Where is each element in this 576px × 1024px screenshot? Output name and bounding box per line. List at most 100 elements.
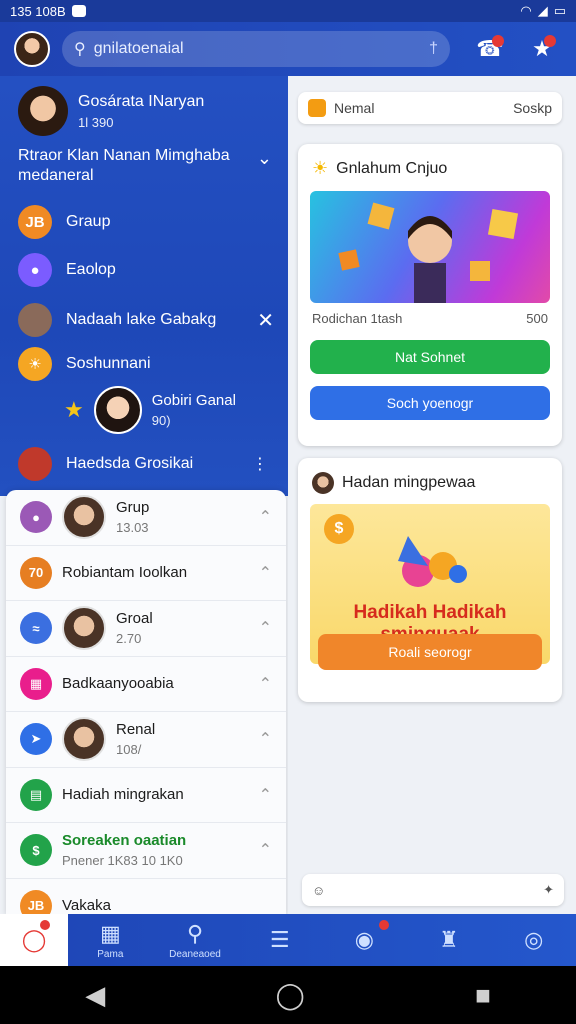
tab-chat[interactable]: ◯ [0,914,68,966]
wifi-icon: ◠ [520,3,532,18]
money-icon: $ [20,834,52,867]
chevron-up-icon[interactable]: ⌃ [259,729,272,749]
chat-bubble-icon[interactable]: ☎ [470,29,510,69]
profile-header[interactable]: Gosárata INaryan 1l 390 [18,86,204,136]
compass-icon: ➤ [20,723,52,756]
notification-dot [492,35,504,47]
list-item[interactable]: 70 Robiantam Ioolkan ⌃ [6,546,286,601]
chevron-up-icon[interactable]: ⌃ [259,674,272,694]
tab-people[interactable]: ♜ [407,914,492,966]
compose-bar[interactable]: ☺ ✦ [302,874,564,906]
chevron-down-icon[interactable]: ⌄ [257,148,272,168]
bottom-nav: ◯ ▦ Pama ⚲ Deaneaoed ☰ ◉ ♜ ◎ [0,914,576,966]
avatar [62,495,106,540]
app-notification-icon [71,5,86,17]
chevron-up-icon[interactable]: ⌃ [259,840,272,860]
people-icon: ♜ [439,927,459,952]
recents-icon[interactable]: ■ [475,980,491,1011]
group-icon: JB [18,205,52,239]
more-icon[interactable]: ⋮ [252,454,268,474]
sidebar-item-haedsda[interactable]: Haedsda Grosikai ⋮ [18,444,280,484]
sidebar-item-label: Eaolop [66,261,116,278]
home-icon[interactable]: ◯ [276,980,305,1011]
profile-avatar[interactable] [14,31,50,67]
app-bar: ⚲ gnilatoenaial † ☎ ★ [0,22,576,76]
back-icon[interactable]: ◀ [85,980,105,1011]
tab-right-label[interactable]: Soskp [513,100,552,116]
tab-support[interactable]: ◎ [491,914,576,966]
story-sub: 90) [151,413,171,428]
battery-icon: ▭ [553,3,566,18]
notification-dot [378,920,389,930]
promo-banner[interactable]: $ Hadikah Hadikah sminguaak Roali seorog… [310,504,550,670]
sun-icon: ☀ [312,158,329,178]
avatar [18,86,68,136]
emoji-icon[interactable]: ☺ [312,883,325,898]
list-item[interactable]: ● Grup 13.03 ⌃ [6,490,286,546]
sidebar-item-group[interactable]: JB Graup [18,202,280,242]
list-item[interactable]: JB Vakaka [6,879,286,915]
headline[interactable]: Rtraor Klan Nanan Mimghaba medaneral ⌄ [18,146,278,186]
list-item-title: Hadiah mingrakan [62,786,184,804]
tab-left-label[interactable]: Nemal [334,100,374,116]
tab-search[interactable]: ⚲ Deaneaoed [153,914,238,966]
list-item[interactable]: $ Soreaken oaatian Pnener 1K83 10 1K0 ⌃ [6,823,286,879]
list-item[interactable]: ➤ Renal 108/ ⌃ [6,712,286,768]
list-item[interactable]: ▦ Badkaanyooabia ⌃ [6,657,286,712]
gift-icon: ▤ [20,778,52,811]
friend-request-icon[interactable]: ★ [522,29,562,69]
chevron-up-icon[interactable]: ⌃ [259,618,272,638]
game-banner-image[interactable] [310,191,550,303]
sidebar-item-sun[interactable]: ☀ Soshunnani [18,344,280,384]
game-card: ☀ Gnlahum Cnjuo Rodichan 1tash 500 Nat S… [298,144,562,446]
close-icon[interactable]: ✕ [257,308,274,333]
tab-label: Deaneaoed [169,948,221,960]
promo-button[interactable]: Roali seorogr [318,634,542,670]
tab-list[interactable]: ☰ [237,914,322,966]
search-input[interactable]: ⚲ gnilatoenaial † [62,31,450,67]
star-icon: ★ [64,397,84,422]
signal-icon: ◢ [537,3,548,18]
avatar-icon [18,303,52,337]
group-icon: JB [20,889,52,915]
primary-button[interactable]: Nat Sohnet [310,340,550,374]
chat-list: ● Grup 13.03 ⌃ 70 Robiantam Ioolkan ⌃ ≈ G… [6,490,286,915]
right-panel: Nemal Soskp ☀ Gnlahum Cnjuo Rodichan 1ta… [288,76,576,914]
promo-card: Hadan mingpewaa $ Hadikah Hadikah smingu… [298,458,562,702]
tab-news[interactable]: ▦ Pama [68,914,153,966]
chat-icon: ◯ [21,927,47,952]
top-tab-bar[interactable]: Nemal Soskp [298,92,562,124]
attach-icon[interactable]: ✦ [543,882,554,898]
tag-icon [308,99,326,117]
list-item[interactable]: ≈ Groal 2.70 ⌃ [6,601,286,657]
sidebar-item-game[interactable]: ● Eaolop [18,250,280,290]
story-card[interactable]: ★ Gobiri Ganal 90) [64,386,236,434]
notification-icon: ◉ [354,927,374,952]
profile-name: Gosárata INaryan [78,92,205,110]
sidebar-item-label: Soshunnani [66,355,151,372]
mic-icon[interactable]: † [429,40,438,58]
chevron-up-icon[interactable]: ⌃ [259,785,272,805]
card-title: Gnlahum Cnjuo [336,159,448,177]
chevron-up-icon[interactable]: ⌃ [259,507,272,527]
news-icon: ▦ [99,920,121,946]
tab-notifications[interactable]: ◉ [322,914,407,966]
search-icon: ⚲ [186,920,204,946]
photo-icon: ▦ [20,667,52,700]
badge-icon: 70 [20,556,52,589]
chevron-up-icon[interactable]: ⌃ [259,563,272,583]
avatar [62,717,106,762]
list-item-title: Soreaken oaatian [62,832,187,850]
headline-text: Rtraor Klan Nanan Mimghaba medaneral [18,147,230,184]
list-item-title: Robiantam Ioolkan [62,564,188,582]
list-item-sub: 13.03 [116,520,149,536]
sidebar-item-label: Nadaah lake Gabakg [66,311,217,328]
list-item[interactable]: ▤ Hadiah mingrakan ⌃ [6,768,286,823]
sidebar-item-nadaah[interactable]: Nadaah lake Gabakg ✕ [18,300,280,340]
tab-label: Pama [97,948,124,960]
secondary-button[interactable]: Soch yoenogr [310,386,550,420]
system-nav-bar: ◀ ◯ ■ [0,966,576,1024]
avatar [93,386,142,434]
coin-icon: $ [324,514,354,544]
card-meta-left: Rodichan 1tash [312,311,403,326]
